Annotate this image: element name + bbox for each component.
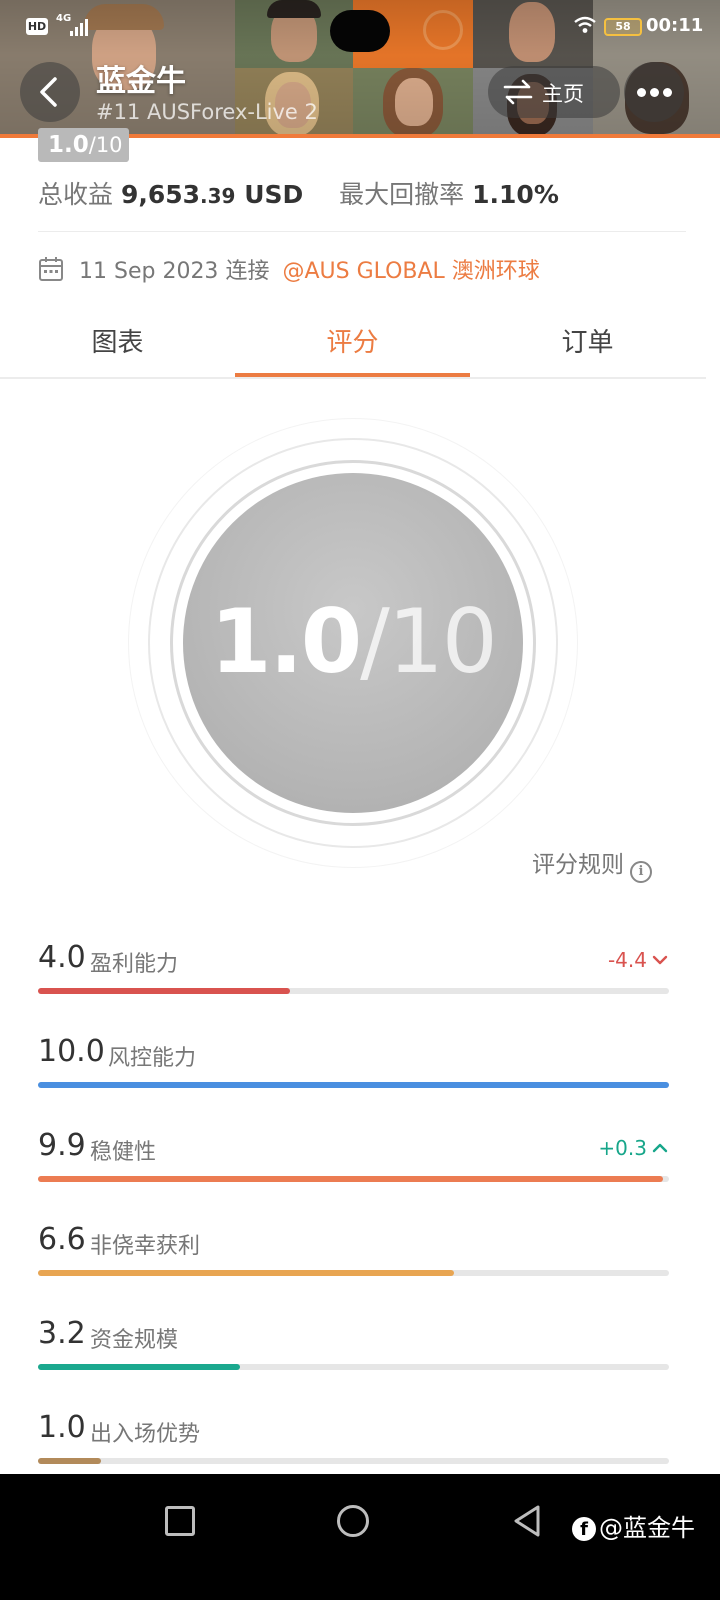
metric-bar-track bbox=[38, 988, 669, 994]
metric-bar-fill bbox=[38, 1082, 669, 1088]
metric-value: 6.6 bbox=[38, 1222, 86, 1257]
back-nav-icon[interactable] bbox=[512, 1504, 542, 1538]
facebook-icon: f bbox=[572, 1517, 596, 1541]
signal-icon bbox=[70, 16, 90, 36]
metric-name: 稳健性 bbox=[90, 1140, 157, 1165]
metric-value: 4.0 bbox=[38, 940, 86, 975]
score-badge-max: /10 bbox=[88, 133, 123, 157]
drawdown-label: 最大回撤率 bbox=[339, 180, 465, 209]
tab-score[interactable]: 评分 bbox=[235, 322, 470, 359]
metric-name: 出入场优势 bbox=[90, 1422, 201, 1447]
hd-badge: HD bbox=[26, 18, 48, 35]
metric-bar-fill bbox=[38, 1176, 663, 1182]
metric-name: 非侥幸获利 bbox=[90, 1234, 201, 1259]
divider bbox=[38, 231, 686, 232]
score-badge-value: 1.0 bbox=[48, 132, 89, 158]
tab-bar: 图表 评分 订单 bbox=[0, 300, 706, 379]
more-button[interactable] bbox=[624, 62, 684, 122]
metric-bar-track bbox=[38, 1176, 669, 1182]
drawdown-value: 1.10% bbox=[472, 180, 559, 209]
metric-row: 3.2 资金规模 bbox=[38, 1316, 669, 1376]
battery-indicator: 58 bbox=[604, 18, 642, 36]
status-clock: 00:11 bbox=[646, 15, 704, 36]
home-button[interactable]: 主页 bbox=[488, 66, 620, 118]
recent-apps-button[interactable] bbox=[165, 1506, 195, 1536]
metric-bar-fill bbox=[38, 988, 291, 994]
profit-label: 总收益 bbox=[38, 180, 114, 209]
wifi-icon bbox=[574, 16, 596, 33]
metric-delta: +0.3 bbox=[598, 1136, 669, 1160]
swap-icon bbox=[503, 79, 533, 105]
connection-info: 11 Sep 2023 连接 @AUS GLOBAL 澳洲环球 bbox=[38, 253, 540, 285]
metric-row: 4.0 盈利能力 -4.4 bbox=[38, 940, 669, 1000]
account-label: #11 AUSForex-Live 2 bbox=[96, 100, 318, 124]
home-button-label: 主页 bbox=[542, 82, 584, 106]
back-button[interactable] bbox=[20, 62, 80, 122]
metric-value: 3.2 bbox=[38, 1316, 86, 1351]
tab-orders[interactable]: 订单 bbox=[470, 322, 705, 359]
metric-value: 9.9 bbox=[38, 1128, 86, 1163]
metric-row: 1.0 出入场优势 bbox=[38, 1410, 669, 1470]
chevron-up-icon bbox=[652, 1143, 668, 1153]
connect-date: 11 Sep 2023 bbox=[79, 259, 219, 284]
metric-row: 6.6 非侥幸获利 bbox=[38, 1222, 669, 1282]
profit-value: 9,653.39 USD bbox=[120, 180, 304, 209]
home-nav-button[interactable] bbox=[337, 1505, 369, 1537]
metric-row: 9.9 稳健性 +0.3 bbox=[38, 1128, 669, 1188]
connect-text: 连接 bbox=[225, 259, 270, 284]
watermark-text: @蓝金牛 bbox=[599, 1514, 695, 1542]
system-nav-bar: f @蓝金牛 bbox=[0, 1474, 720, 1600]
metric-value: 1.0 bbox=[38, 1410, 86, 1445]
watermark: f @蓝金牛 bbox=[572, 1508, 695, 1543]
metric-name: 资金规模 bbox=[90, 1328, 179, 1353]
chevron-left-icon bbox=[40, 77, 57, 107]
active-tab-indicator bbox=[235, 373, 470, 377]
front-camera bbox=[330, 10, 390, 52]
metric-row: 10.0 风控能力 bbox=[38, 1034, 669, 1094]
score-rules-label: 评分规则 bbox=[532, 852, 624, 878]
metric-bar-fill bbox=[38, 1364, 240, 1370]
network-type: 4G bbox=[56, 13, 72, 24]
profile-name: 蓝金牛 bbox=[96, 64, 186, 99]
metric-name: 风控能力 bbox=[108, 1046, 197, 1071]
calendar-icon bbox=[39, 257, 63, 281]
status-bar: HD 4G 58 00:11 bbox=[0, 10, 720, 52]
tab-chart[interactable]: 图表 bbox=[0, 322, 235, 359]
info-icon: i bbox=[630, 861, 652, 883]
metric-bar-track bbox=[38, 1458, 669, 1464]
metric-bar-track bbox=[38, 1270, 669, 1276]
metric-bar-track bbox=[38, 1082, 669, 1088]
metric-bar-track bbox=[38, 1364, 669, 1370]
metric-value: 10.0 bbox=[38, 1034, 105, 1069]
chevron-down-icon bbox=[652, 955, 668, 965]
broker-link[interactable]: @AUS GLOBAL 澳洲环球 bbox=[282, 259, 539, 284]
metric-bar-fill bbox=[38, 1270, 455, 1276]
metric-delta: -4.4 bbox=[608, 948, 669, 972]
metric-name: 盈利能力 bbox=[90, 952, 179, 977]
stats-row: 总收益 9,653.39 USD 最大回撤率 1.10% bbox=[38, 175, 559, 211]
score-value: 1.0/10 bbox=[210, 590, 498, 693]
score-badge: 1.0/10 bbox=[38, 128, 129, 162]
score-rules-link[interactable]: 评分规则 i bbox=[532, 845, 652, 883]
metric-bar-fill bbox=[38, 1458, 102, 1464]
